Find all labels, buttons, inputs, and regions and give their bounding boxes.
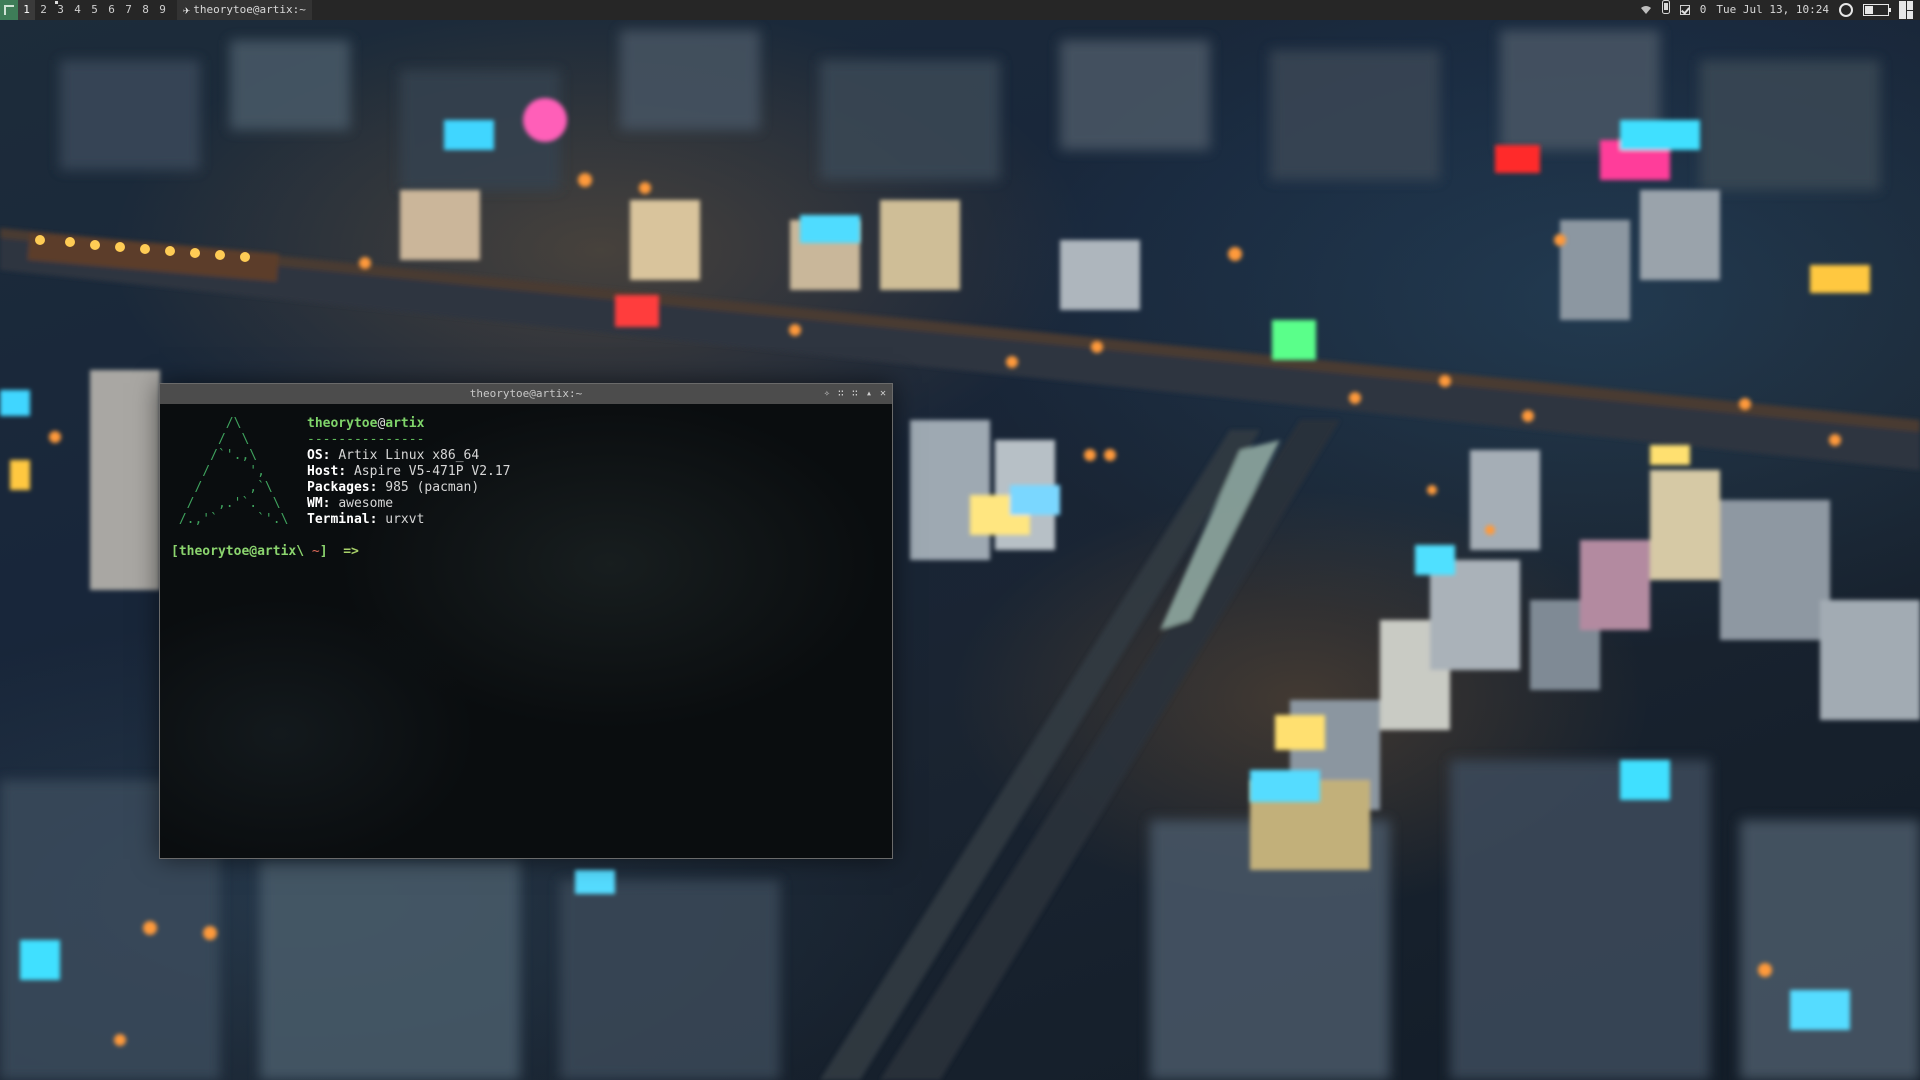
shell-prompt[interactable]: [theorytoe@artix\ ~] => bbox=[171, 544, 881, 560]
info-value: urxvt bbox=[385, 512, 425, 527]
tag-label: 5 bbox=[91, 3, 98, 16]
close-icon[interactable]: ✕ bbox=[880, 384, 886, 404]
fetch-separator: --------------- bbox=[307, 432, 425, 447]
tag-label: 2 bbox=[40, 3, 47, 16]
window-buttons: ✧ ∷ ∷ ▴ ✕ bbox=[824, 384, 886, 404]
terminal-app-icon: ✈ bbox=[183, 3, 191, 17]
desktop: 1 2 3 4 5 6 7 8 9 ✈ theorytoe@artix:~ 0 … bbox=[0, 0, 1920, 1080]
floating-icon[interactable]: ∷ bbox=[852, 384, 858, 404]
info-value: 985 (pacman) bbox=[385, 480, 480, 495]
tag-2[interactable]: 2 bbox=[35, 0, 52, 20]
info-line-packages: Packages: 985 (pacman) bbox=[307, 480, 480, 495]
fetch-user: theorytoe bbox=[307, 416, 378, 431]
layout-icon[interactable] bbox=[1899, 1, 1913, 19]
info-key: OS bbox=[307, 448, 323, 463]
tag-6[interactable]: 6 bbox=[103, 0, 120, 20]
info-key: Host bbox=[307, 464, 339, 479]
info-key: Packages bbox=[307, 480, 370, 495]
artix-logo-icon: /\ / \ /`'.,\ / ', / ,`\ / ,.'`. \ /.,'`… bbox=[178, 416, 289, 527]
battery-icon[interactable] bbox=[1863, 4, 1891, 16]
clock[interactable]: Tue Jul 13, 10:24 bbox=[1716, 0, 1829, 20]
tag-3[interactable]: 3 bbox=[52, 0, 69, 20]
info-key: Terminal bbox=[307, 512, 370, 527]
info-line-host: Host: Aspire V5-471P V2.17 bbox=[307, 464, 511, 479]
maximize-icon[interactable]: ▴ bbox=[866, 384, 872, 404]
user-host-line: theorytoe@artix bbox=[307, 416, 511, 432]
tag-label: 4 bbox=[74, 3, 81, 16]
terminal-content[interactable]: /\ / \ /`'.,\ / ', / ,`\ / ,.'`. \ /.,'`… bbox=[160, 404, 892, 858]
launcher-icon[interactable] bbox=[0, 0, 18, 20]
checkbox-icon[interactable] bbox=[1679, 5, 1690, 15]
wifi-icon[interactable] bbox=[1640, 5, 1652, 15]
info-line-wm: WM: awesome bbox=[307, 496, 394, 511]
notification-count: 0 bbox=[1699, 3, 1707, 16]
usb-drive-icon[interactable] bbox=[1661, 0, 1670, 21]
tasklist-title: theorytoe@artix:~ bbox=[193, 3, 306, 16]
fetch-output: /\ / \ /`'.,\ / ', / ,`\ / ,.'`. \ /.,'`… bbox=[171, 412, 881, 528]
prompt-close: ] bbox=[319, 544, 328, 559]
battery-level bbox=[1865, 6, 1873, 14]
tag-4[interactable]: 4 bbox=[69, 0, 86, 20]
window-title: theorytoe@artix:~ bbox=[469, 387, 583, 400]
info-line-os: OS: Artix Linux x86_64 bbox=[307, 448, 480, 463]
info-value: Artix Linux x86_64 bbox=[338, 448, 480, 463]
tag-9[interactable]: 9 bbox=[154, 0, 171, 20]
top-panel: 1 2 3 4 5 6 7 8 9 ✈ theorytoe@artix:~ 0 … bbox=[0, 0, 1920, 20]
terminal-window[interactable]: theorytoe@artix:~ ✧ ∷ ∷ ▴ ✕ /\ / \ /`'.,… bbox=[159, 383, 893, 859]
info-line-terminal: Terminal: urxvt bbox=[307, 512, 425, 527]
tag-label: 9 bbox=[159, 3, 166, 16]
ontop-icon[interactable]: ∷ bbox=[838, 384, 844, 404]
info-value: awesome bbox=[338, 496, 394, 511]
sticky-icon[interactable]: ✧ bbox=[824, 384, 830, 404]
tag-label: 3 bbox=[57, 3, 64, 16]
circle-status-icon[interactable] bbox=[1839, 3, 1853, 17]
tasklist-item[interactable]: ✈ theorytoe@artix:~ bbox=[177, 0, 312, 20]
tag-5[interactable]: 5 bbox=[86, 0, 103, 20]
window-titlebar[interactable]: theorytoe@artix:~ ✧ ∷ ∷ ▴ ✕ bbox=[160, 384, 892, 404]
prompt-arrow: => bbox=[343, 544, 359, 559]
prompt-path: ~ bbox=[311, 544, 320, 559]
system-info: theorytoe@artix --------------- OS: Arti… bbox=[307, 412, 511, 528]
tag-label: 1 bbox=[23, 3, 30, 16]
occupied-indicator bbox=[55, 1, 58, 4]
system-tray: 0 Tue Jul 13, 10:24 bbox=[1635, 0, 1920, 20]
fetch-host: artix bbox=[385, 416, 425, 431]
tag-label: 8 bbox=[142, 3, 149, 16]
info-value: Aspire V5-471P V2.17 bbox=[353, 464, 511, 479]
tag-7[interactable]: 7 bbox=[120, 0, 137, 20]
info-key: WM bbox=[307, 496, 323, 511]
tag-1[interactable]: 1 bbox=[18, 0, 35, 20]
tag-label: 7 bbox=[125, 3, 132, 16]
tag-label: 6 bbox=[108, 3, 115, 16]
prompt-user-host: [theorytoe@artix\ bbox=[171, 544, 305, 559]
tag-8[interactable]: 8 bbox=[137, 0, 154, 20]
